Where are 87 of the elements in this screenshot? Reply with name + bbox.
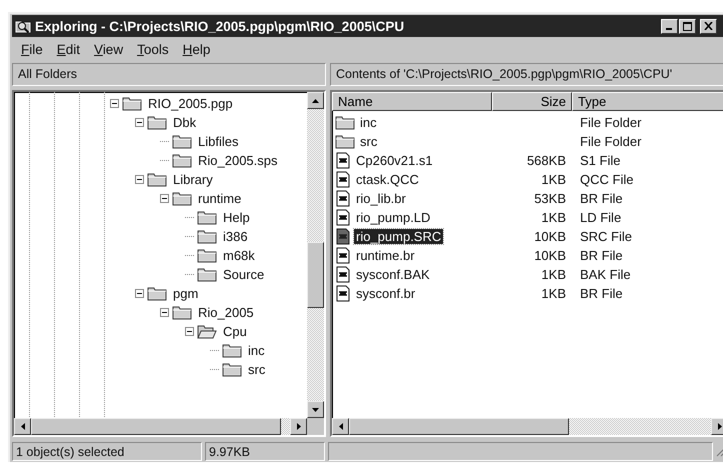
menu-item[interactable]: File xyxy=(14,42,50,56)
file-size: 1KB xyxy=(541,172,566,187)
file-name[interactable]: sysconf.br xyxy=(354,286,418,301)
scroll-thumb[interactable] xyxy=(31,418,281,435)
file-type: QCC File xyxy=(580,172,634,187)
file-name[interactable]: rio_pump.SRC xyxy=(354,229,444,244)
file-type: BAK File xyxy=(580,267,631,282)
file-size: 10KB xyxy=(534,229,566,244)
menu-item[interactable]: Edit xyxy=(50,42,88,56)
file-size: 1KB xyxy=(541,286,566,301)
tree-item[interactable]: Cpu xyxy=(223,324,247,339)
maximize-button[interactable] xyxy=(679,18,696,34)
tree-item[interactable]: Rio_2005 xyxy=(198,305,254,320)
scroll-up-button[interactable] xyxy=(307,92,324,109)
right-arrow-icon xyxy=(718,423,722,430)
minimize-button[interactable] xyxy=(661,18,678,34)
status-panel: 9.97KB xyxy=(205,442,325,460)
scroll-left-button[interactable] xyxy=(332,418,349,435)
menu-item[interactable]: Help xyxy=(176,42,218,56)
file-name[interactable]: src xyxy=(358,134,380,149)
file-size: 568KB xyxy=(526,153,566,168)
tree-item[interactable]: src xyxy=(248,362,266,377)
column-header[interactable]: Size xyxy=(492,92,572,111)
file-name[interactable]: runtime.br xyxy=(354,248,417,263)
folder-icon xyxy=(335,134,355,149)
menu-item[interactable]: Tools xyxy=(130,42,176,56)
collapse-icon[interactable] xyxy=(160,308,169,317)
close-icon xyxy=(704,22,713,30)
scroll-down-button[interactable] xyxy=(307,401,324,418)
folder-icon xyxy=(335,115,355,130)
scroll-right-button[interactable] xyxy=(711,418,723,435)
scroll-right-button[interactable] xyxy=(290,418,307,435)
tree-item[interactable]: runtime xyxy=(198,191,242,206)
column-header[interactable]: Name xyxy=(332,92,492,111)
tree-item[interactable]: i386 xyxy=(223,229,248,244)
tree-item[interactable]: inc xyxy=(248,343,265,358)
tree-item[interactable]: Rio_2005.sps xyxy=(198,153,278,168)
file-size: 1KB xyxy=(541,267,566,282)
tree-item[interactable]: pgm xyxy=(173,286,198,301)
collapse-icon[interactable] xyxy=(135,289,144,298)
collapse-icon[interactable] xyxy=(135,175,144,184)
down-arrow-icon xyxy=(312,408,319,412)
scroll-thumb[interactable] xyxy=(307,242,324,308)
window-title: Exploring - C:\Projects\RIO_2005.pgp\pgm\RIO_2005\CPU xyxy=(35,18,406,34)
tree-item[interactable]: Library xyxy=(173,172,213,187)
file-type: BR File xyxy=(580,286,623,301)
file-size: 10KB xyxy=(534,248,566,263)
scroll-left-button[interactable] xyxy=(14,418,31,435)
collapse-icon[interactable] xyxy=(160,194,169,203)
close-button[interactable] xyxy=(700,18,717,34)
file-name[interactable]: Cp260v21.s1 xyxy=(354,153,435,168)
column-header[interactable]: Type xyxy=(572,92,723,111)
file-name[interactable]: sysconf.BAK xyxy=(354,267,432,282)
collapse-icon[interactable] xyxy=(185,327,194,336)
up-arrow-icon xyxy=(312,98,319,102)
file-type: S1 File xyxy=(580,153,620,168)
pane-header: Contents of 'C:\Projects\RIO_2005.pgp\pgm\RIO_2005\CPU' xyxy=(330,63,723,86)
pane-header: All Folders xyxy=(12,63,326,86)
file-name[interactable]: rio_lib.br xyxy=(354,191,408,206)
magnifier-folder-icon xyxy=(15,19,31,33)
tree-item[interactable]: Source xyxy=(223,267,264,282)
left-arrow-icon xyxy=(20,423,24,430)
file-name[interactable]: rio_pump.LD xyxy=(354,210,432,225)
file-type: BR File xyxy=(580,191,623,206)
tree-item[interactable]: RIO_2005.pgp xyxy=(148,96,233,111)
file-type: LD File xyxy=(580,210,622,225)
file-type: File Folder xyxy=(580,115,642,130)
tree-item[interactable]: m68k xyxy=(223,248,255,263)
file-type: SRC File xyxy=(580,229,632,244)
menu-item[interactable]: View xyxy=(87,42,130,56)
maximize-icon xyxy=(683,22,692,30)
scrollbar-corner xyxy=(307,418,324,435)
file-type: BR File xyxy=(580,248,623,263)
file-name[interactable]: inc xyxy=(358,115,379,130)
scroll-thumb[interactable] xyxy=(349,418,569,435)
file-size: 1KB xyxy=(541,210,566,225)
tree-item[interactable]: Libfiles xyxy=(198,134,238,149)
collapse-icon[interactable] xyxy=(135,118,144,127)
collapse-icon[interactable] xyxy=(110,99,119,108)
left-arrow-icon xyxy=(338,423,342,430)
tree-item[interactable]: Dbk xyxy=(173,115,196,130)
right-arrow-icon xyxy=(296,423,300,430)
tree-item[interactable]: Help xyxy=(223,210,250,225)
file-type: File Folder xyxy=(580,134,642,149)
file-name[interactable]: ctask.QCC xyxy=(354,172,421,187)
file-size: 53KB xyxy=(534,191,566,206)
status-panel: 1 object(s) selected xyxy=(12,442,202,460)
